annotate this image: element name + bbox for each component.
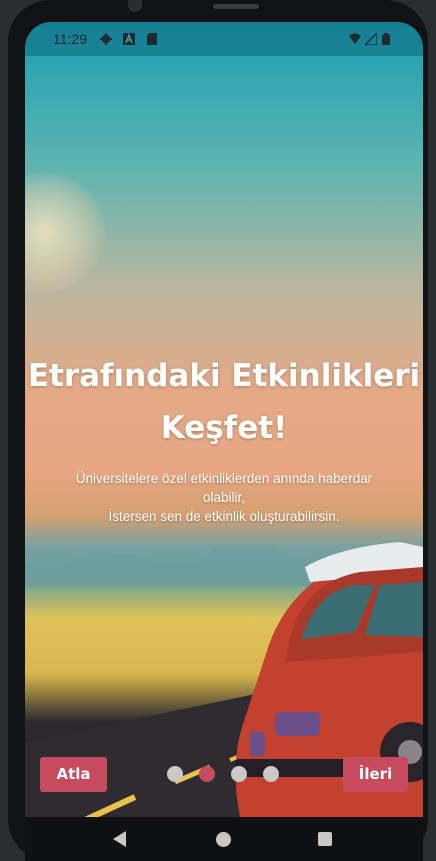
page-dot-2[interactable] [199,766,215,782]
front-camera [128,0,142,12]
title-line-1: Etrafındaki Etkinlikleri [27,358,421,394]
page-indicator [167,766,287,784]
skip-button[interactable]: Atla [40,757,107,792]
earpiece-speaker [213,4,259,9]
signal-icon [365,33,377,45]
home-icon[interactable] [216,832,231,847]
page-dot-1[interactable] [167,766,183,782]
page-dot-4[interactable] [263,766,279,782]
description-line-1: Üniversitelere özel etkinliklerden anınd… [75,471,373,486]
status-time: 11:29 [53,31,87,47]
onboarding-title: Etrafındaki Etkinlikleri Keşfet! [25,350,423,454]
wifi-icon [349,33,361,44]
description-line-3: İstersen sen de etkinlik oluşturabilirsi… [108,509,340,524]
a-icon [123,33,135,45]
page-dot-3[interactable] [231,766,247,782]
back-icon[interactable] [113,831,126,847]
onboarding-description: Üniversitelere özel etkinliklerden anınd… [35,469,413,526]
gear-icon [100,33,112,45]
system-nav-bar [25,817,423,861]
sun-glow [25,172,105,292]
status-bar: 11:29 [25,22,423,56]
recents-icon[interactable] [318,832,332,846]
description-line-2: olabilir, [202,490,246,505]
title-line-2: Keşfet! [160,410,288,446]
battery-icon [382,33,390,45]
next-button[interactable]: İleri [343,757,408,792]
onboarding-screen: 11:29 Etrafındaki Etkinlikleri Keşfet! Ü… [25,22,423,817]
sd-card-icon [147,33,157,45]
